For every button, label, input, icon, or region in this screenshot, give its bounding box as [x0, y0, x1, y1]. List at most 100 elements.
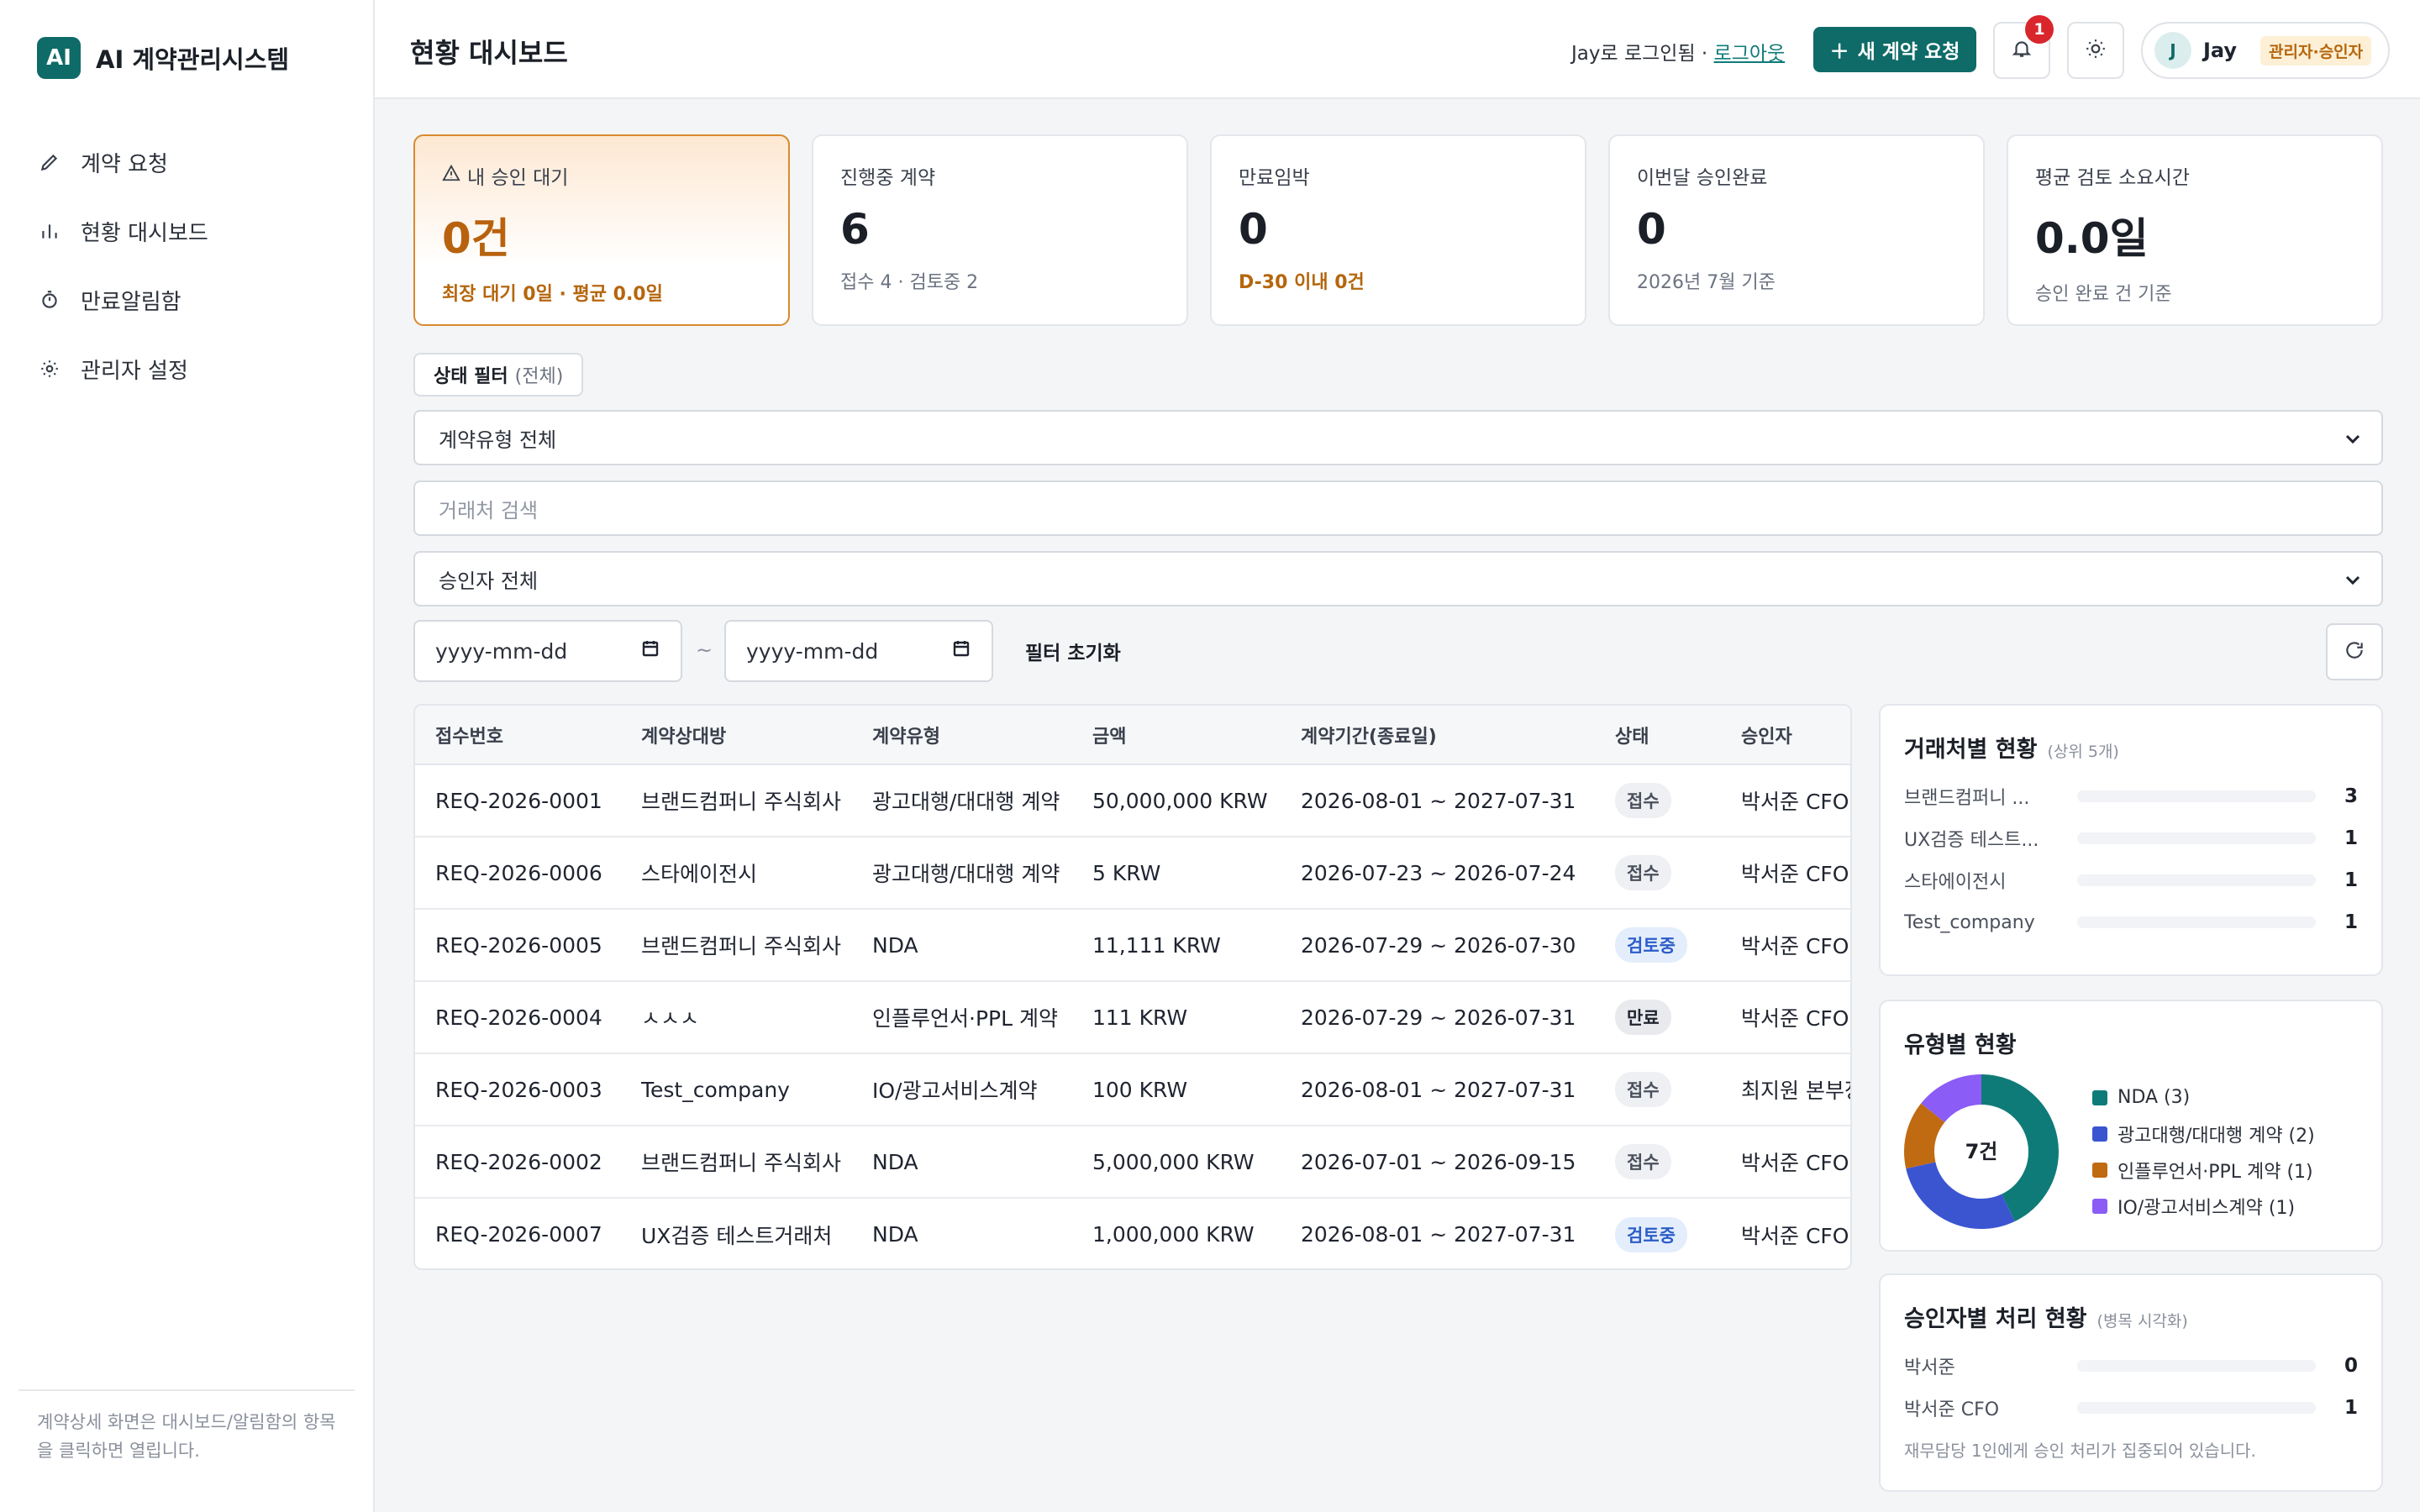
bell-icon — [2011, 38, 2033, 63]
column-header[interactable]: 금액 — [1072, 706, 1281, 765]
status-badge: 접수 — [1615, 783, 1671, 818]
status-badge: 만료 — [1615, 1000, 1671, 1035]
calendar-icon — [951, 638, 971, 664]
cell-approver: 박서준 CFO — [1721, 764, 1850, 837]
contract-type-select[interactable]: 계약유형 전체 — [413, 410, 2383, 465]
partner-search-input[interactable]: 거래처 검색 — [413, 480, 2383, 536]
table-row[interactable]: REQ-2026-0003 Test_company IO/광고서비스계약 100 K… — [415, 1053, 1850, 1126]
sidebar-item-expiry-alerts[interactable]: 만료알림함 — [37, 265, 356, 334]
cell-amount: 5,000,000 KRW — [1072, 1126, 1281, 1199]
cell-amount: 111 KRW — [1072, 981, 1281, 1054]
cell-period: 2026-07-23 ~ 2026-07-24 — [1281, 837, 1595, 910]
kpi-label: 진행중 계약 — [840, 167, 936, 189]
date-to-input[interactable]: yyyy-mm-dd — [724, 620, 993, 682]
brand[interactable]: AI AI 계약관리시스템 — [37, 37, 289, 79]
bar-value: 1 — [2344, 827, 2358, 849]
stopwatch-icon — [37, 287, 62, 312]
column-header[interactable]: 상태 — [1595, 706, 1721, 765]
kpi-expiring-soon[interactable]: 만료임박 0 D-30 이내 0건 — [1210, 134, 1586, 326]
bar-track — [2077, 1402, 2316, 1414]
notifications-button[interactable]: 1 — [1993, 15, 2054, 79]
bar-track — [2077, 916, 2316, 928]
table-row[interactable]: REQ-2026-0004 ㅅㅅㅅ 인플루언서·PPL 계약 111 KRW 2026-… — [415, 981, 1850, 1054]
legend-label: 인플루언서·PPL 계약 (1) — [2118, 1161, 2313, 1183]
sun-icon — [2085, 38, 2107, 63]
bar-row[interactable]: 스타에이전시 1 — [1904, 859, 2358, 901]
logout-link[interactable]: 로그아웃 — [1714, 43, 1786, 65]
bar-row[interactable]: UX검증 테스트... 1 — [1904, 817, 2358, 859]
date-from-placeholder: yyyy-mm-dd — [435, 638, 568, 664]
sidebar-item-dashboard[interactable]: 현황 대시보드 — [37, 197, 356, 265]
bottleneck-note: 재무담당 1인에게 승인 처리가 집중되어 있습니다. — [1904, 1441, 2256, 1461]
cell-amount: 11,111 KRW — [1072, 909, 1281, 982]
cell-id: REQ-2026-0004 — [415, 981, 621, 1054]
table-row[interactable]: REQ-2026-0005 브랜드컴퍼니 주식회사 NDA 11,111 KRW 202… — [415, 909, 1850, 982]
status-badge: 검토중 — [1615, 927, 1687, 963]
bar-chart-icon — [37, 218, 62, 244]
reset-filters-button[interactable]: 필터 초기화 — [1025, 637, 1121, 665]
cell-type: NDA — [852, 1126, 1072, 1199]
table-row[interactable]: REQ-2026-0006 스타에이전시 광고대행/대대행 계약 5 KRW 2026-… — [415, 837, 1850, 910]
date-separator: ~ — [696, 638, 713, 662]
bar-row[interactable]: 박서준 0 — [1904, 1345, 2358, 1387]
column-header[interactable]: 계약상대방 — [621, 706, 852, 765]
donut-legend: NDA (3) 광고대행/대대행 계약 (2) 인플루언서·PPL 계약 (1) IO… — [2092, 1079, 2315, 1224]
bar-track — [2077, 1360, 2316, 1372]
top-header: 현황 대시보드 Jay로 로그인됨 · 로그아웃 ＋ 새 계약 요청 1 J J… — [375, 0, 2420, 99]
kpi-in-progress[interactable]: 진행중 계약 6 접수 4 · 검토중 2 — [812, 134, 1188, 326]
cell-approver: 박서준 CFO — [1721, 981, 1850, 1054]
sidebar: AI AI 계약관리시스템 계약 요청 현황 대시보드 만료알림함 관리자 설정… — [0, 0, 375, 1512]
user-menu[interactable]: J Jay 관리자·승인자 — [2141, 22, 2390, 79]
bar-row[interactable]: 브랜드컴퍼니 ... 3 — [1904, 775, 2358, 817]
table-row[interactable]: REQ-2026-0007 UX검증 테스트거래처 NDA 1,000,000 KRW… — [415, 1198, 1850, 1268]
kpi-value: 6 — [840, 205, 870, 254]
cell-amount: 5 KRW — [1072, 837, 1281, 910]
kpi-sub: 2026년 7월 기준 — [1637, 272, 1776, 293]
cell-party: UX검증 테스트거래처 — [641, 1223, 833, 1248]
kpi-approved-this-month[interactable]: 이번달 승인완료 0 2026년 7월 기준 — [1608, 134, 1985, 326]
date-from-input[interactable]: yyyy-mm-dd — [413, 620, 682, 682]
column-header[interactable]: 승인자 — [1721, 706, 1850, 765]
bar-label: 브랜드컴퍼니 ... — [1904, 788, 2030, 809]
pencil-icon — [37, 150, 62, 175]
sidebar-item-label: 현황 대시보드 — [81, 220, 208, 246]
kpi-label: 평균 검토 소요시간 — [2035, 167, 2190, 189]
column-header[interactable]: 접수번호 — [415, 706, 621, 765]
gear-icon — [37, 356, 62, 381]
cell-type: 광고대행/대대행 계약 — [852, 837, 1072, 910]
bar-row[interactable]: Test_company 1 — [1904, 901, 2358, 943]
legend-item: 인플루언서·PPL 계약 (1) — [2092, 1152, 2315, 1188]
approver-summary-panel: 승인자별 처리 현황 (병목 시각화) 박서준 0 박서준 CFO 1 재무담당 1인… — [1879, 1273, 2383, 1492]
donut-center-label: 7건 — [1965, 1140, 1998, 1163]
refresh-button[interactable] — [2326, 623, 2383, 680]
sidebar-item-contract-request[interactable]: 계약 요청 — [37, 128, 356, 197]
bar-row[interactable]: 박서준 CFO 1 — [1904, 1387, 2358, 1429]
kpi-my-pending-approvals[interactable]: 내 승인 대기 0건 최장 대기 0일 · 평균 0.0일 — [413, 134, 790, 326]
kpi-avg-review-time[interactable]: 평균 검토 소요시간 0.0일 승인 완료 건 기준 — [2007, 134, 2383, 326]
table-row[interactable]: REQ-2026-0001 브랜드컴퍼니 주식회사 광고대행/대대행 계약 50,00… — [415, 764, 1850, 837]
status-cell: 검토중 — [1595, 1198, 1721, 1268]
approver-value: 승인자 전체 — [439, 569, 539, 593]
new-contract-request-button[interactable]: ＋ 새 계약 요청 — [1813, 27, 1976, 72]
approver-select[interactable]: 승인자 전체 — [413, 551, 2383, 606]
bar-label: 박서준 — [1904, 1357, 1955, 1378]
status-filter-label: 상태 필터 — [434, 366, 508, 387]
plus-icon: ＋ — [1829, 41, 1849, 63]
type-donut-chart: 7건 NDA (3) 광고대행/대대행 계약 (2) 인플루언서·PPL 계약 (1… — [1904, 1074, 2358, 1229]
theme-toggle-button[interactable] — [2067, 22, 2124, 79]
bar-label: 스타에이전시 — [1904, 872, 2007, 893]
panel-title-text: 승인자별 처리 현황 — [1904, 1306, 2087, 1332]
sidebar-item-admin-settings[interactable]: 관리자 설정 — [37, 334, 356, 403]
table-header-row: 접수번호 계약상대방 계약유형 금액 계약기간(종료일) 상태 승인자 — [415, 706, 1850, 765]
sidebar-footer-note: 계약상세 화면은 대시보드/알림함의 항목을 클릭하면 열립니다. — [18, 1389, 355, 1465]
table-row[interactable]: REQ-2026-0002 브랜드컴퍼니 주식회사 NDA 5,000,000 KRW… — [415, 1126, 1850, 1199]
bar-value: 3 — [2344, 785, 2358, 807]
column-header[interactable]: 계약유형 — [852, 706, 1072, 765]
cell-type: IO/광고서비스계약 — [852, 1053, 1072, 1126]
notification-count-badge: 1 — [2025, 15, 2054, 44]
kpi-sub: D-30 이내 0건 — [1239, 272, 1365, 293]
status-filter-chip[interactable]: 상태 필터 (전체) — [413, 353, 584, 396]
brand-name: AI 계약관리시스템 — [96, 45, 290, 74]
column-header[interactable]: 계약기간(종료일) — [1281, 706, 1595, 765]
panel-title: 승인자별 처리 현황 (병목 시각화) — [1904, 1300, 2358, 1333]
